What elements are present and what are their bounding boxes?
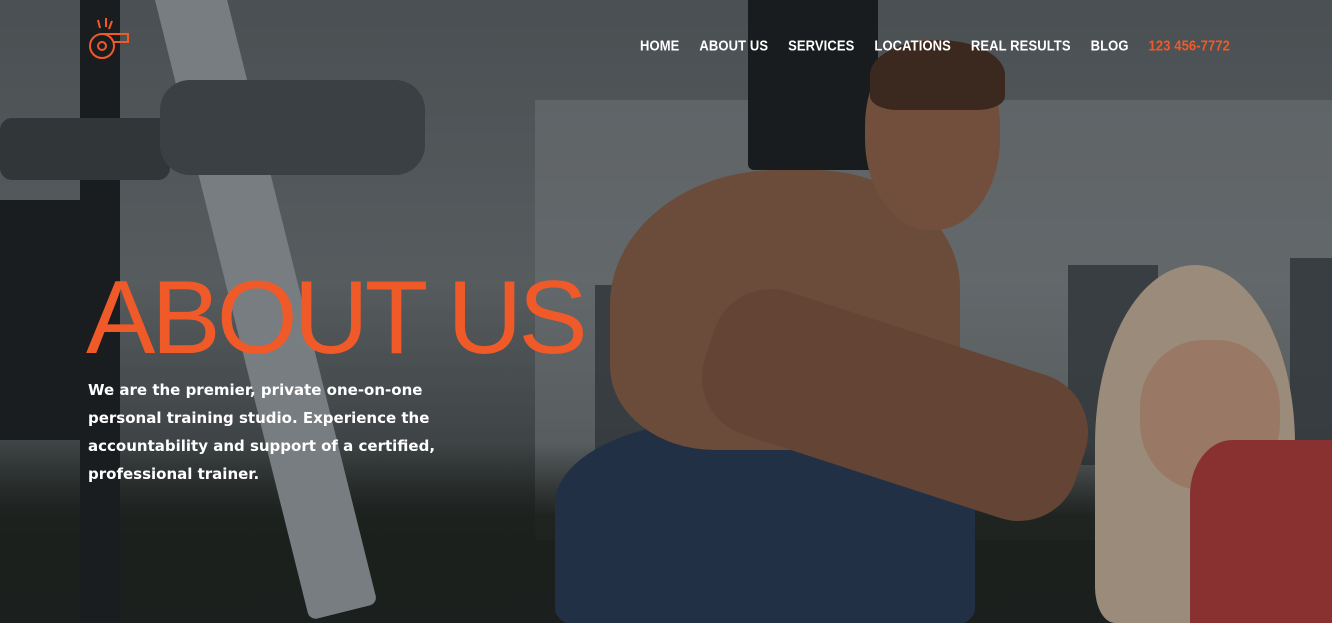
whistle-logo-icon <box>89 18 129 59</box>
logo-icon[interactable] <box>86 14 132 62</box>
hero-description: We are the premier, private one-on-one p… <box>88 381 436 483</box>
main-navigation: HOME ABOUT US SERVICES LOCATIONS REAL RE… <box>620 37 1230 54</box>
nav-real-results[interactable]: REAL RESULTS <box>971 37 1071 54</box>
nav-about-us[interactable]: ABOUT US <box>699 37 768 54</box>
nav-services[interactable]: SERVICES <box>788 37 854 54</box>
nav-blog[interactable]: BLOG <box>1091 37 1129 54</box>
page-title: ABOUT US <box>86 260 588 376</box>
nav-phone-link[interactable]: 123 456-7772 <box>1149 37 1230 54</box>
nav-home[interactable]: HOME <box>640 37 679 54</box>
nav-locations[interactable]: LOCATIONS <box>874 37 951 54</box>
